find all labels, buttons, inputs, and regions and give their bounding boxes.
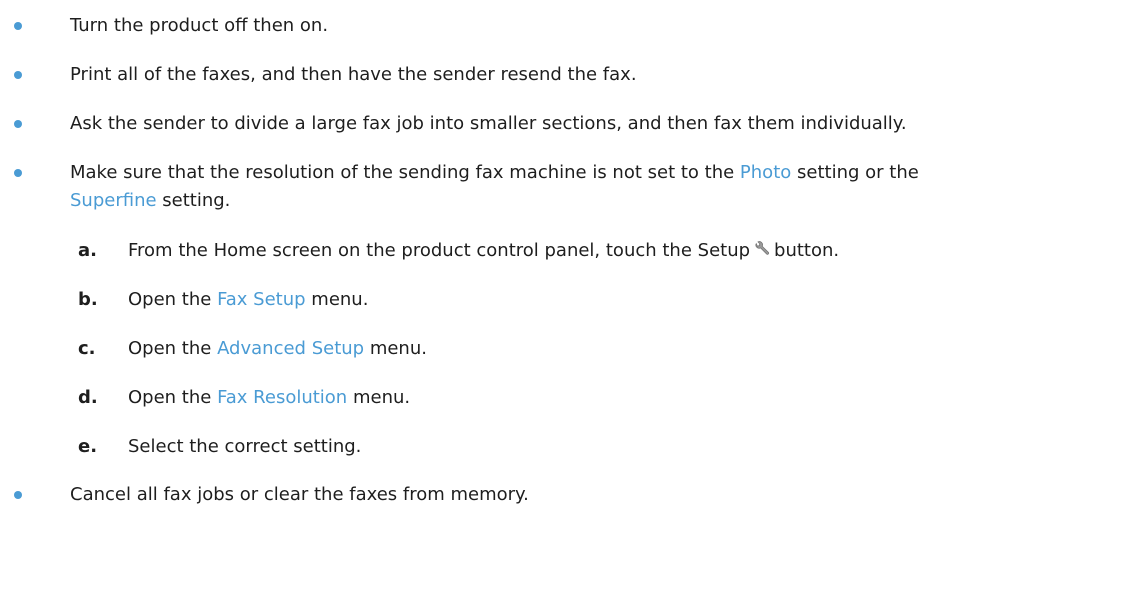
- step-item: e. Select the correct setting.: [0, 433, 1145, 461]
- step-letter: e.: [78, 436, 98, 457]
- superfine-setting-link: Superfine: [70, 190, 157, 211]
- text-segment: menu.: [347, 387, 411, 408]
- list-item: Ask the sender to divide a large fax job…: [0, 110, 1145, 138]
- fax-setup-link: Fax Setup: [217, 289, 306, 310]
- bullet-icon: [14, 22, 22, 30]
- step-text: Open the Fax Resolution menu.: [128, 384, 410, 412]
- list-item-text: Turn the product off then on.: [70, 15, 329, 36]
- troubleshooting-list: Turn the product off then on. Print all …: [0, 0, 1145, 598]
- wrench-icon: [753, 240, 771, 258]
- text-segment: Open the: [128, 387, 218, 408]
- text-segment: Make sure that the resolution of the sen…: [70, 162, 740, 183]
- list-item-text-line-2: Superfine setting.: [70, 187, 230, 215]
- bullet-icon: [14, 120, 22, 128]
- list-item: Make sure that the resolution of the sen…: [0, 159, 1145, 219]
- bullet-icon: [14, 169, 22, 177]
- text-segment: setting or the: [791, 162, 919, 183]
- text-segment: menu.: [364, 338, 427, 359]
- text-segment: Open the: [128, 338, 218, 359]
- bullet-icon: [14, 491, 22, 499]
- photo-setting-link: Photo: [739, 162, 792, 183]
- text-segment: setting.: [156, 190, 231, 211]
- list-item: Print all of the faxes, and then have th…: [0, 61, 1145, 89]
- step-letter: a.: [78, 240, 97, 261]
- step-text: Select the correct setting.: [128, 436, 362, 457]
- step-item: b. Open the Fax Setup menu.: [0, 286, 1145, 314]
- step-letter: d.: [78, 387, 98, 408]
- step-text: Open the Fax Setup menu.: [128, 286, 368, 314]
- step-item: a. From the Home screen on the product c…: [0, 237, 1145, 265]
- text-segment: From the Home screen on the product cont…: [128, 240, 751, 261]
- step-letter: c.: [78, 338, 96, 359]
- bullet-icon: [14, 71, 22, 79]
- step-text: From the Home screen on the product cont…: [128, 237, 839, 265]
- step-item: c. Open the Advanced Setup menu.: [0, 335, 1145, 363]
- text-segment: Open the: [128, 289, 218, 310]
- step-letter: b.: [78, 289, 98, 310]
- step-text: Open the Advanced Setup menu.: [128, 335, 427, 363]
- list-item-text: Ask the sender to divide a large fax job…: [70, 113, 907, 134]
- list-item-text: Cancel all fax jobs or clear the faxes f…: [70, 484, 529, 505]
- text-segment: menu.: [305, 289, 369, 310]
- list-item-text-line-1: Make sure that the resolution of the sen…: [70, 159, 919, 187]
- list-item: Cancel all fax jobs or clear the faxes f…: [0, 481, 1145, 509]
- text-segment: button.: [774, 240, 840, 261]
- step-item: d. Open the Fax Resolution menu.: [0, 384, 1145, 412]
- advanced-setup-link: Advanced Setup: [217, 338, 365, 359]
- fax-resolution-link: Fax Resolution: [217, 387, 348, 408]
- list-item-text: Print all of the faxes, and then have th…: [70, 64, 637, 85]
- list-item: Turn the product off then on.: [0, 12, 1145, 40]
